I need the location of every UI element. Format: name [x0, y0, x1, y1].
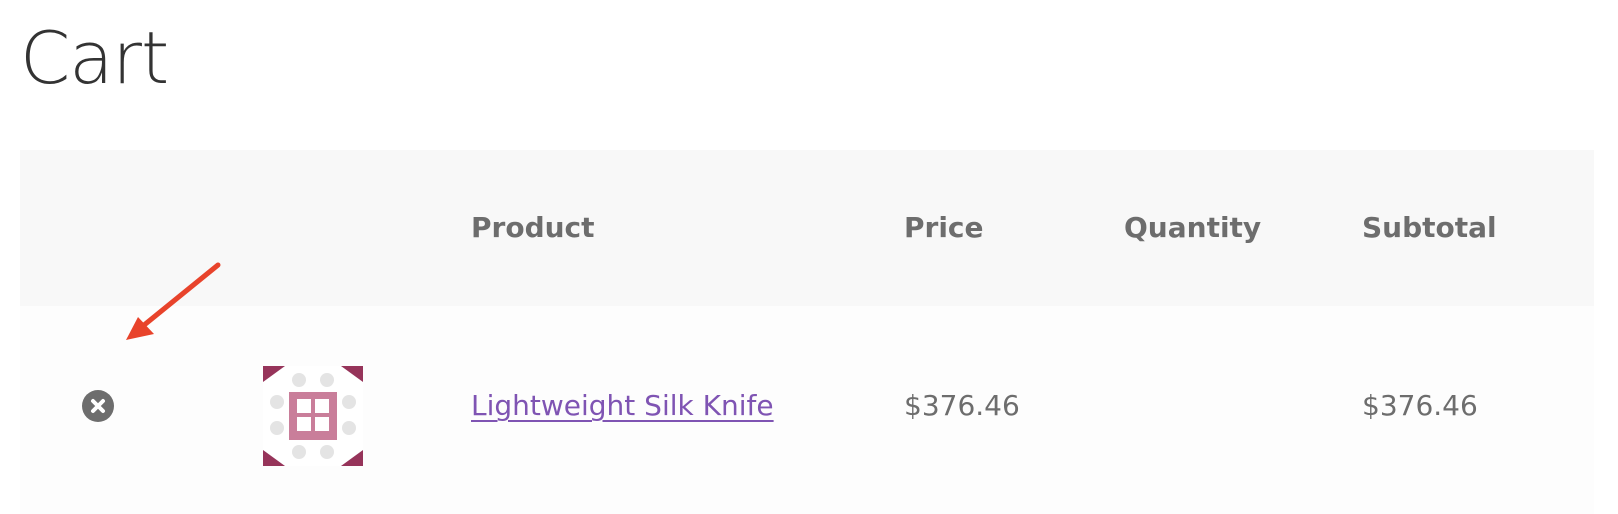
product-thumbnail[interactable] [263, 366, 363, 466]
remove-item-button[interactable] [82, 390, 114, 422]
header-quantity: Quantity [1124, 211, 1262, 244]
product-subtotal: $376.46 [1362, 389, 1478, 422]
remove-circle-x-icon [91, 399, 105, 413]
header-subtotal: Subtotal [1362, 211, 1497, 244]
product-name-cell: Lightweight Silk Knife [471, 384, 774, 428]
header-product: Product [471, 211, 595, 244]
product-price: $376.46 [904, 389, 1020, 422]
page-title: Cart [20, 16, 169, 100]
cart-table-header: Product Price Quantity Subtotal [20, 150, 1594, 306]
product-placeholder-icon [263, 366, 363, 466]
cart-item-row: Lightweight Silk Knife $376.46 $376.46 [20, 306, 1594, 514]
header-price: Price [904, 211, 984, 244]
product-name-link[interactable]: Lightweight Silk Knife [471, 389, 774, 422]
cart-table: Product Price Quantity Subtotal Lightwei… [20, 150, 1594, 514]
